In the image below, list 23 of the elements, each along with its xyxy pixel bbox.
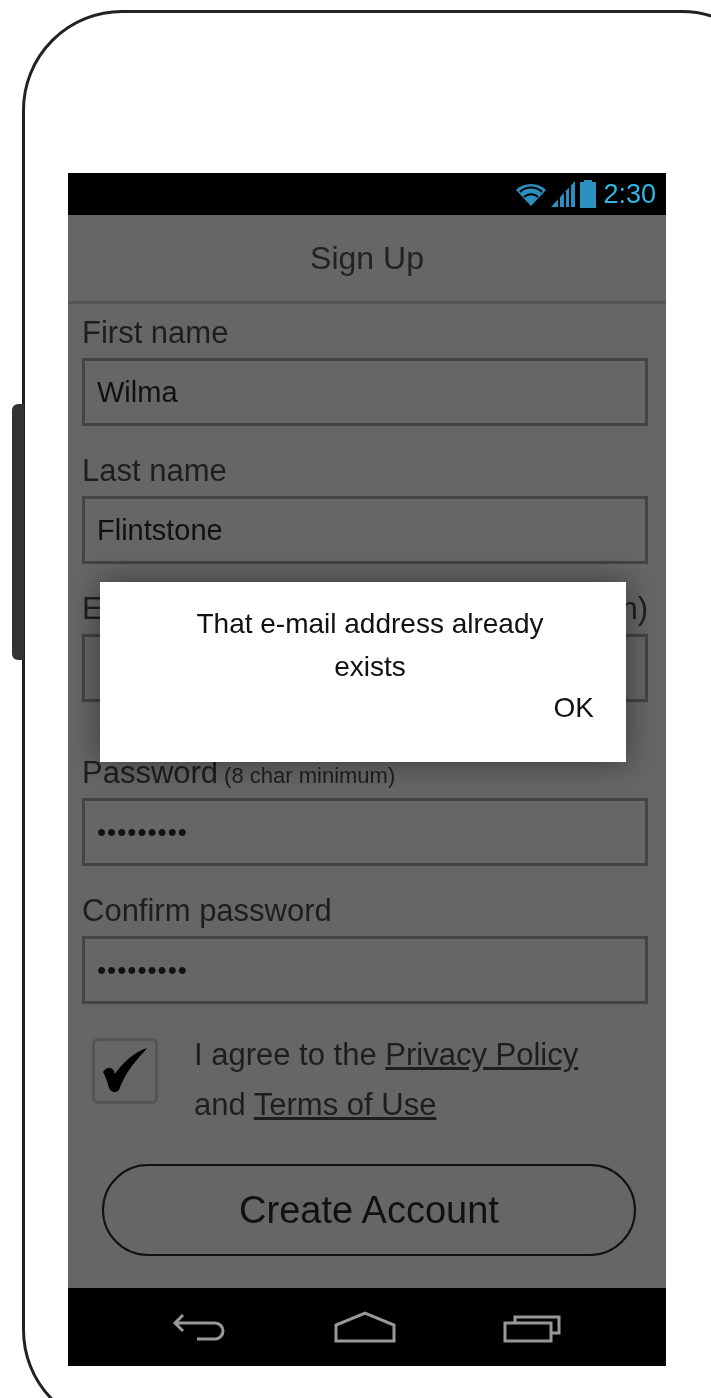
field-label: Confirm password <box>82 893 332 929</box>
home-icon[interactable] <box>334 1311 396 1343</box>
agreement-text: I agree to the Privacy Policy and Terms of Use <box>194 1036 580 1124</box>
clock-time: 2:30 <box>603 178 656 210</box>
screen-title: Sign Up <box>310 239 424 277</box>
ok-button[interactable]: OK <box>553 688 594 728</box>
privacy-policy-link[interactable]: Privacy Policy <box>385 1037 579 1072</box>
create-account-button[interactable]: Create Account <box>102 1164 636 1256</box>
wifi-icon <box>516 182 547 206</box>
signal-icon <box>551 181 576 207</box>
check-icon <box>101 1048 149 1094</box>
text-field[interactable]: Flintstone <box>82 496 648 564</box>
password-field[interactable]: ••••••••• <box>82 798 648 866</box>
field-label: E <box>82 591 103 627</box>
password-field[interactable]: ••••••••• <box>82 936 648 1004</box>
battery-icon <box>580 180 597 208</box>
field-label: First name <box>82 315 229 351</box>
field-label: Last name <box>82 453 227 489</box>
terms-of-use-link[interactable]: Terms of Use <box>253 1087 437 1122</box>
checkbox[interactable] <box>92 1038 158 1104</box>
field-label: Password (8 char minimum) <box>82 755 396 791</box>
text-field[interactable]: Wilma <box>82 358 648 426</box>
dialog-message: That e-mail address already exists <box>195 607 545 684</box>
